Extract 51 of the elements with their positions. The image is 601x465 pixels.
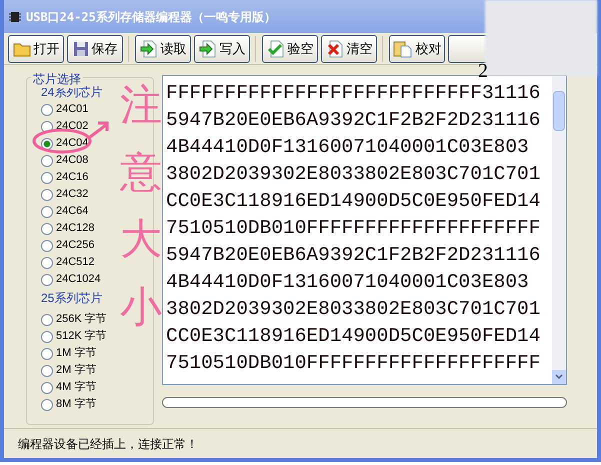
scrollbar[interactable] bbox=[552, 76, 566, 384]
window-title: USB口24-25系列存储器编程器（一鸣专用版） bbox=[26, 8, 276, 26]
series-label: 25系列芯片 bbox=[41, 290, 104, 307]
toolbar-button[interactable]: 写入 bbox=[194, 34, 250, 62]
chip-radio[interactable]: 24C256 bbox=[41, 237, 95, 254]
checkmark-page-icon bbox=[266, 40, 284, 58]
toolbar-button[interactable]: 打开 bbox=[8, 34, 64, 62]
chip-radio[interactable]: 24C64 bbox=[41, 203, 88, 220]
chip-radio[interactable]: 24C32 bbox=[41, 186, 88, 203]
group-title: 芯片选择 bbox=[31, 70, 83, 88]
hex-line: CC0E3C118916ED14900D5C0E950FED14 bbox=[166, 324, 542, 349]
toolbar-button[interactable]: 校对 bbox=[389, 34, 445, 62]
chip-radio[interactable]: 24C128 bbox=[41, 220, 95, 237]
chip-radio[interactable]: 8M 字节 bbox=[41, 396, 96, 413]
toolbar-button[interactable]: 验空 bbox=[262, 34, 318, 62]
chip-radio[interactable]: 1M 字节 bbox=[41, 345, 96, 362]
hex-line: FFFFFFFFFFFFFFFFFFFFFFFFFFF31116 bbox=[166, 81, 542, 106]
hex-line: 3802D2039302E8033802E803C701C701 bbox=[166, 297, 542, 322]
toolbar-button[interactable]: 读取 bbox=[135, 34, 191, 62]
chip-icon bbox=[8, 10, 22, 24]
folder-icon bbox=[12, 40, 30, 56]
hex-line: 3802D2039302E8033802E803C701C701 bbox=[166, 162, 542, 187]
arrow-page-icon bbox=[140, 40, 158, 58]
chip-radio[interactable]: 24C02 bbox=[41, 118, 88, 135]
clipboard-pages-icon bbox=[392, 40, 412, 58]
toolbar-button[interactable] bbox=[448, 34, 488, 62]
toolbar-button[interactable]: 保存 bbox=[67, 34, 123, 62]
hex-text-area[interactable] bbox=[162, 75, 567, 385]
chip-radio[interactable]: 4M 字节 bbox=[41, 379, 96, 396]
arrow-page-icon bbox=[198, 40, 216, 58]
hex-line: 4B44410D0F13160071040001C03E803 bbox=[166, 270, 530, 295]
hex-line: CC0E3C118916ED14900D5C0E950FED14 bbox=[166, 189, 542, 214]
status-text: 编程器设备已经插上，连接正常！ bbox=[18, 436, 198, 452]
chip-radio[interactable]: 24C08 bbox=[41, 152, 88, 169]
hex-line: 5947B20E0EB6A9392C1F2B2F2D231116 bbox=[166, 243, 542, 268]
chip-radio[interactable]: 24C1024 bbox=[41, 271, 101, 288]
handwritten-note: 注意大小 bbox=[120, 79, 162, 333]
hex-line: 7510510DB010FFFFFFFFFFFFFFFFFFFF bbox=[166, 216, 542, 241]
partial-text: 2 bbox=[478, 59, 488, 84]
toolbar-button[interactable]: 清空 bbox=[321, 34, 377, 62]
chip-radio[interactable]: 2M 字节 bbox=[41, 362, 96, 379]
chip-radio[interactable]: 24C512 bbox=[41, 254, 95, 271]
hex-line: 4B44410D0F13160071040001C03E803 bbox=[166, 135, 530, 160]
chip-radio[interactable]: 24C16 bbox=[41, 169, 88, 186]
chip-radio[interactable]: 256K 字节 bbox=[41, 311, 107, 328]
hex-line: 5947B20E0EB6A9392C1F2B2F2D231116 bbox=[166, 108, 542, 133]
hex-line: 7510510DB010FFFFFFFFFFFFFFFFFFFF bbox=[166, 351, 542, 376]
chip-radio[interactable]: 512K 字节 bbox=[41, 328, 107, 345]
chip-radio[interactable]: 24C01 bbox=[41, 101, 88, 118]
scrollbar-thumb[interactable] bbox=[553, 91, 565, 131]
cross-page-icon bbox=[326, 40, 344, 58]
